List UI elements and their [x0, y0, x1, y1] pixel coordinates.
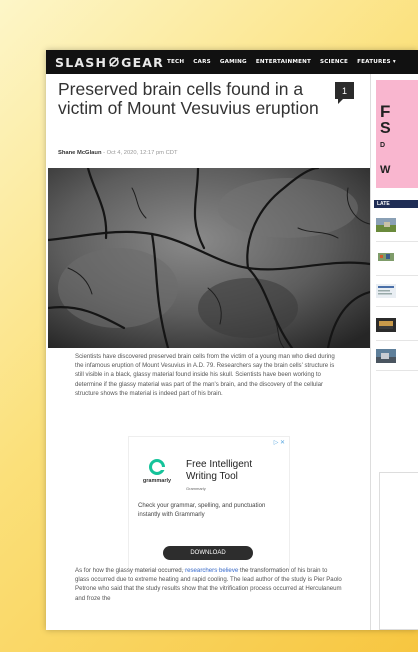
- byline: Shane McGlaun - Oct 4, 2020, 12:17 pm CD…: [58, 150, 178, 156]
- ad-download-button[interactable]: DOWNLOAD: [163, 546, 253, 560]
- article-column: Preserved brain cells found in a victim …: [46, 74, 370, 630]
- latest-thumbnail-5[interactable]: [376, 349, 396, 363]
- nav-menu: TECH CARS GAMING ENTERTAINMENT SCIENCE F…: [167, 59, 396, 65]
- logo-text-left: SLASH: [55, 54, 108, 70]
- grammarly-g-icon: [149, 459, 165, 475]
- latest-thumbnail-2[interactable]: [376, 250, 396, 264]
- grammarly-logo: grammarly: [139, 459, 175, 484]
- sidebar: F S D W LATE L: [370, 74, 418, 630]
- article-headline: Preserved brain cells found in a victim …: [58, 79, 319, 118]
- sidebar-ad-letter-1: F: [380, 102, 391, 121]
- sidebar-ad-letter-3: D: [380, 142, 386, 149]
- site-logo[interactable]: SLASH GEAR: [46, 55, 167, 70]
- latest-news-header: LATE: [374, 200, 418, 208]
- article-paragraph-1: Scientists have discovered preserved bra…: [75, 353, 335, 397]
- researchers-link[interactable]: researchers believe: [185, 567, 238, 574]
- adchoices-icon[interactable]: ▷ ✕: [274, 439, 285, 446]
- publish-date: - Oct 4, 2020, 12:17 pm CDT: [101, 150, 178, 156]
- sidebar-divider: [376, 306, 418, 307]
- comment-count-badge[interactable]: 1: [335, 82, 354, 104]
- ad-sponsor: Grammarly: [186, 486, 206, 491]
- latest-thumbnail-4[interactable]: [376, 318, 396, 332]
- nav-item-entertainment[interactable]: ENTERTAINMENT: [256, 59, 311, 65]
- sidebar-ad[interactable]: F S D W: [376, 80, 418, 188]
- sidebar-ad-letter-2: S: [380, 120, 391, 137]
- nav-item-features[interactable]: FEATURES ▾: [357, 59, 396, 65]
- nav-item-science[interactable]: SCIENCE: [320, 59, 348, 65]
- sidebar-divider: [376, 370, 418, 371]
- paragraph-2-text-before: As for how the glassy material occurred,: [75, 567, 186, 574]
- sidebar-divider: [376, 241, 418, 242]
- ad-title[interactable]: Free Intelligent Writing Tool: [186, 459, 276, 483]
- ad-brand-name: grammarly: [142, 478, 172, 484]
- sidebar-ad-frame[interactable]: L: [379, 472, 418, 630]
- sidebar-divider: [376, 340, 418, 341]
- logo-text-right: GEAR: [121, 54, 165, 70]
- logo-gear-icon: [109, 57, 119, 67]
- nav-item-tech[interactable]: TECH: [167, 59, 184, 65]
- browser-page: SLASH GEAR TECH CARS GAMING ENTERTAINMEN…: [46, 50, 418, 630]
- top-navigation-bar: SLASH GEAR TECH CARS GAMING ENTERTAINMEN…: [46, 50, 418, 74]
- sidebar-divider: [376, 275, 418, 276]
- article-paragraph-2: As for how the glassy material occurred,…: [75, 566, 343, 603]
- grammarly-ad[interactable]: ▷ ✕ grammarly Free Intelligent Writing T…: [128, 436, 290, 570]
- latest-thumbnail-1[interactable]: [376, 218, 396, 232]
- ad-body-text: Check your grammar, spelling, and punctu…: [138, 502, 266, 518]
- hero-image: [48, 168, 370, 348]
- nav-item-gaming[interactable]: GAMING: [220, 59, 247, 65]
- nav-item-cars[interactable]: CARS: [193, 59, 211, 65]
- author-name[interactable]: Shane McGlaun: [58, 150, 102, 156]
- latest-thumbnail-3[interactable]: [376, 284, 396, 298]
- sidebar-ad-letter-4: W: [380, 164, 391, 176]
